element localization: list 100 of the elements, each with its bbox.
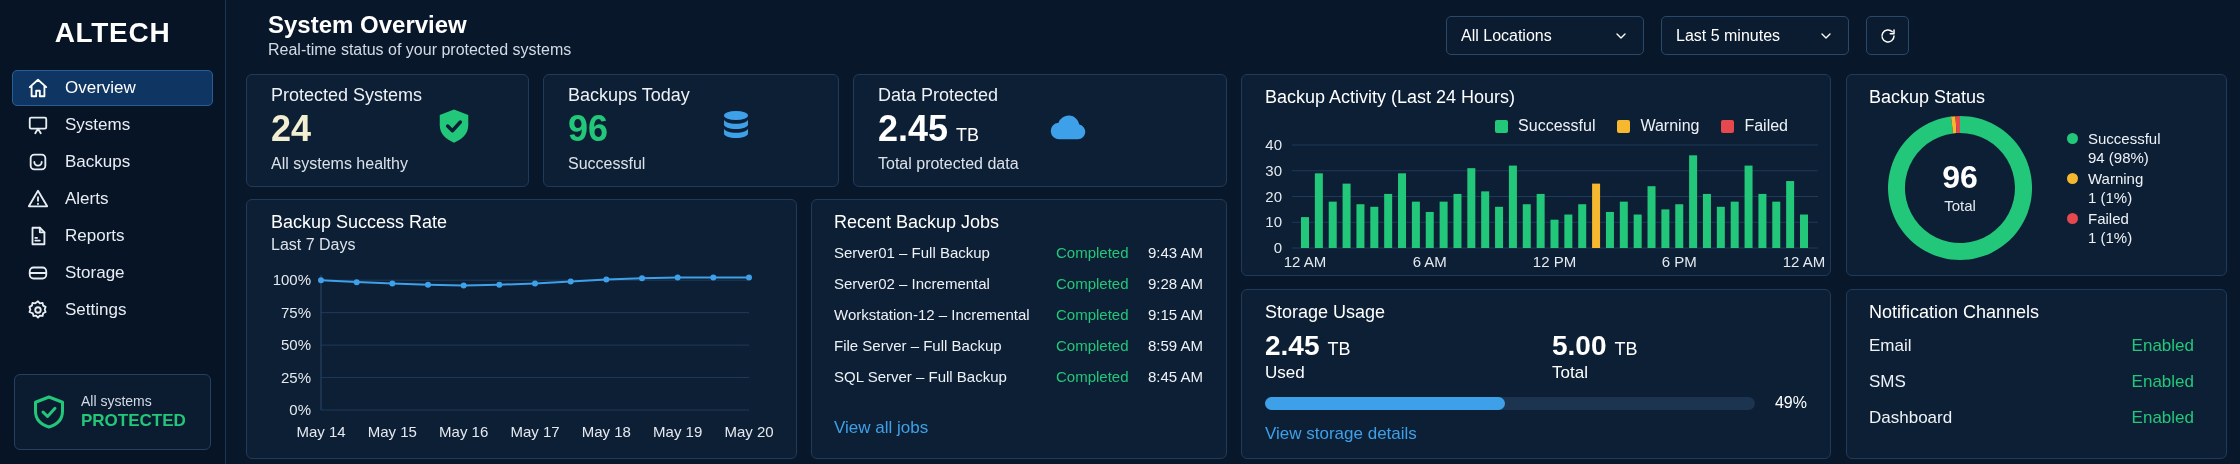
job-name: File Server – Full Backup [834, 336, 1003, 357]
data-point [603, 276, 610, 283]
channel-name: Dashboard [1869, 407, 1953, 430]
data-point [746, 274, 752, 281]
settings-icon [27, 299, 49, 321]
logo: ALTECH [54, 16, 171, 50]
bar [1301, 217, 1309, 248]
storage-value: 2.45 [1265, 330, 1320, 362]
data-point [532, 280, 538, 287]
axis-label: 12 AM [1782, 253, 1826, 270]
bar [1633, 214, 1642, 248]
axis-label: 30 [1265, 161, 1282, 179]
bar [1716, 206, 1725, 248]
data-point [567, 278, 574, 285]
axis-label: May 14 [296, 423, 346, 440]
legend-label: Successful [1518, 116, 1596, 136]
bar [1481, 191, 1490, 248]
storage-unit: TB [1614, 338, 1638, 361]
bar [1730, 201, 1739, 248]
job-name: Server01 – Full Backup [834, 243, 991, 264]
card-subtitle: Last 7 Days [271, 235, 357, 255]
nav-item[interactable]: Reports [12, 218, 213, 254]
warning-icon [27, 188, 49, 210]
axis-label: 12 PM [1532, 253, 1577, 270]
job-status: Completed [1056, 274, 1130, 295]
axis-label: 12 AM [1283, 253, 1327, 270]
bar [1370, 206, 1379, 248]
bar [1619, 201, 1628, 248]
card-title: Recent Backup Jobs [834, 211, 1001, 234]
job-status: Completed [1056, 243, 1130, 264]
nav-item[interactable]: Storage [12, 255, 213, 291]
stat-value: 24 [271, 109, 312, 149]
storage-details-link[interactable]: View storage details [1265, 421, 1417, 447]
page-subtitle: Real-time status of your protected systems [268, 40, 572, 60]
bar [1800, 214, 1808, 248]
job-name: Workstation-12 – Incremental [834, 305, 1031, 326]
axis-label: 75% [280, 303, 311, 321]
bar [1439, 201, 1448, 248]
channel-name: SMS [1869, 371, 1906, 394]
nav-item[interactable]: Overview [12, 70, 213, 106]
nav-item[interactable]: Settings [12, 292, 213, 328]
stat-value: 96 [568, 109, 609, 149]
data-point [496, 281, 503, 288]
axis-label: May 15 [367, 423, 417, 440]
job-time: 8:59 AM [1148, 336, 1204, 357]
axis-label: 6 PM [1661, 253, 1697, 270]
axis-label: 0% [289, 401, 311, 418]
bar [1356, 204, 1365, 248]
status-value: PROTECTED [81, 410, 186, 432]
job-status: Completed [1056, 336, 1130, 357]
job-time: 9:15 AM [1148, 305, 1204, 326]
legend-detail: 94 (98%) [2088, 148, 2150, 167]
nav-item[interactable]: Backups [12, 144, 213, 180]
select-dropdown[interactable]: All Locations [1446, 16, 1644, 55]
stat-unit: TB [956, 124, 980, 147]
channel-name: Email [1869, 335, 1912, 358]
data-point [674, 274, 681, 281]
axis-label: May 20 [724, 423, 774, 440]
channel-status: Enabled [2131, 371, 2194, 394]
axis-label: 50% [280, 336, 311, 354]
card-title: Storage Usage [1265, 301, 1387, 324]
card-title: Backup Activity (Last 24 Hours) [1264, 86, 1517, 109]
nav-item[interactable]: Systems [12, 107, 213, 143]
card-title: Backup Success Rate [271, 211, 449, 234]
job-time: 8:45 AM [1148, 367, 1204, 388]
storage-unit: TB [1327, 338, 1351, 361]
bar [1564, 214, 1573, 248]
data-point [353, 279, 360, 286]
data-point [460, 282, 467, 289]
bar [1522, 204, 1531, 248]
total-label: Total [1944, 195, 1976, 216]
card-title: Protected Systems [271, 84, 424, 107]
job-time: 9:43 AM [1148, 243, 1204, 264]
percent-label: 49% [1774, 393, 1807, 413]
bar [1592, 183, 1601, 248]
refresh-icon [1878, 26, 1897, 45]
job-status: Completed [1056, 305, 1130, 326]
card-title: Backups Today [568, 84, 691, 107]
axis-label: 20 [1265, 187, 1282, 205]
select-dropdown[interactable]: Last 5 minutes [1661, 16, 1849, 55]
monitor-icon [27, 114, 49, 136]
nav-item[interactable]: Alerts [12, 181, 213, 217]
bar [1702, 193, 1711, 248]
bar [1605, 211, 1614, 248]
axis-label: 0 [1273, 239, 1282, 256]
legend-label: Failed [2088, 209, 2130, 228]
card-caption: Total protected data [878, 154, 1020, 174]
axis-label: May 19 [653, 423, 703, 440]
status-label: All systems [81, 392, 153, 410]
card-caption: Successful [568, 154, 647, 174]
axis-label: 40 [1265, 137, 1282, 153]
job-status: Completed [1056, 367, 1130, 388]
data-point [318, 277, 324, 284]
home-icon [27, 77, 49, 99]
legend-swatch [1721, 119, 1735, 133]
page-title: System Overview [268, 10, 468, 40]
view-all-link[interactable]: View all jobs [834, 415, 929, 441]
bar [1384, 193, 1393, 248]
refresh-button[interactable] [1866, 16, 1909, 55]
bar [1772, 201, 1781, 248]
